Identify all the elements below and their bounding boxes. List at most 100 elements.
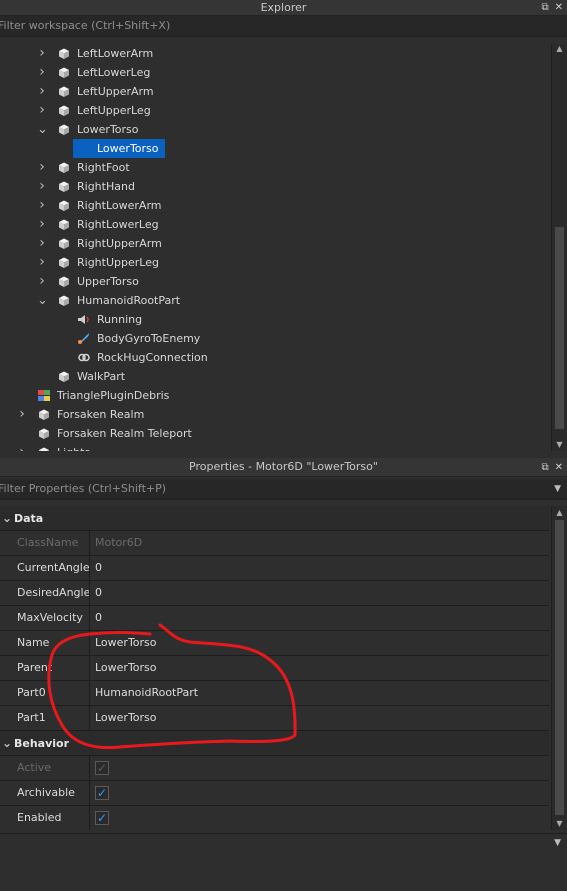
properties-scrollbar[interactable]: ▲ ▼ <box>551 506 567 830</box>
tree-item[interactable]: › RightHand <box>0 177 549 196</box>
chevron-right-icon[interactable]: › <box>17 405 27 424</box>
chevron-right-icon[interactable]: › <box>37 177 47 196</box>
chevron-down-icon[interactable]: ▼ <box>554 479 561 499</box>
explorer-scrollbar[interactable]: ▲ ▼ <box>551 44 567 451</box>
tree-item[interactable]: TrianglePluginDebris <box>0 386 549 405</box>
chevron-right-icon[interactable]: › <box>37 272 47 291</box>
tree-item[interactable]: › Lights <box>0 443 549 451</box>
chevron-right-icon[interactable]: › <box>37 196 47 215</box>
chevron-right-icon[interactable]: › <box>37 44 47 63</box>
sound-icon <box>77 313 91 326</box>
scroll-up-icon[interactable]: ▲ <box>552 508 567 517</box>
chevron-down-icon[interactable]: ⌄ <box>0 506 14 530</box>
properties-filter-placeholder: Filter Properties (Ctrl+Shift+P) <box>0 482 167 495</box>
column-divider[interactable] <box>89 581 90 605</box>
part-icon <box>57 161 71 174</box>
scroll-up-icon[interactable]: ▲ <box>552 44 567 53</box>
property-value[interactable]: 0 <box>95 581 102 605</box>
property-section-label: Data <box>14 512 44 525</box>
property-value[interactable]: 0 <box>95 606 102 630</box>
explorer-scroll-thumb[interactable] <box>555 227 564 429</box>
close-icon[interactable]: ✕ <box>555 459 563 477</box>
property-checkbox[interactable] <box>95 806 109 830</box>
tree-item[interactable]: › LeftLowerArm <box>0 44 549 63</box>
tree-item[interactable]: Forsaken Realm Teleport <box>0 424 549 443</box>
properties-filter-input[interactable]: Filter Properties (Ctrl+Shift+P) ▼ <box>0 479 567 500</box>
tree-item-label: Lights <box>57 443 90 451</box>
property-row[interactable]: DesiredAngle 0 <box>0 581 549 606</box>
tree-item[interactable]: BodyGyroToEnemy <box>0 329 549 348</box>
column-divider[interactable] <box>89 781 90 805</box>
tree-item[interactable]: › RightLowerArm <box>0 196 549 215</box>
tree-item[interactable]: WalkPart <box>0 367 549 386</box>
tree-item[interactable]: › RightLowerLeg <box>0 215 549 234</box>
property-row[interactable]: Part0 HumanoidRootPart <box>0 681 549 706</box>
restore-icon[interactable]: ⧉ <box>541 459 548 477</box>
property-value[interactable]: HumanoidRootPart <box>95 681 198 705</box>
column-divider[interactable] <box>89 531 90 555</box>
properties-bottom-bar[interactable]: ▼ <box>0 833 567 857</box>
chevron-down-icon[interactable]: ⌄ <box>37 120 48 139</box>
chevron-right-icon[interactable]: › <box>37 101 47 120</box>
properties-scroll-thumb[interactable] <box>555 520 564 815</box>
part-icon <box>57 256 71 269</box>
column-divider[interactable] <box>89 656 90 680</box>
tree-item[interactable]: › RightFoot <box>0 158 549 177</box>
tree-item[interactable]: ⌄ HumanoidRootPart <box>0 291 549 310</box>
tree-item[interactable]: › LeftLowerLeg <box>0 63 549 82</box>
tree-item[interactable]: › Forsaken Realm <box>0 405 549 424</box>
chevron-down-icon[interactable]: ⌄ <box>0 731 14 755</box>
tree-item-label: LowerTorso <box>77 123 139 136</box>
column-divider[interactable] <box>89 606 90 630</box>
property-value[interactable]: LowerTorso <box>95 706 157 730</box>
column-divider[interactable] <box>89 681 90 705</box>
chevron-down-icon[interactable]: ▼ <box>554 838 561 848</box>
property-row[interactable]: CurrentAngle 0 <box>0 556 549 581</box>
property-checkbox[interactable] <box>95 781 109 805</box>
tree-item[interactable]: LowerTorso <box>0 139 549 158</box>
explorer-filter-input[interactable]: Filter workspace (Ctrl+Shift+X) <box>0 16 567 37</box>
tree-item[interactable]: Running <box>0 310 549 329</box>
property-name: Enabled <box>17 811 62 824</box>
property-value[interactable]: 0 <box>95 556 102 580</box>
tree-item[interactable]: RockHugConnection <box>0 348 549 367</box>
property-row[interactable]: Enabled <box>0 806 549 830</box>
column-divider[interactable] <box>89 706 90 730</box>
chevron-down-icon[interactable]: ⌄ <box>37 291 48 310</box>
property-row[interactable]: MaxVelocity 0 <box>0 606 549 631</box>
tree-item-label: Running <box>97 313 143 326</box>
property-row[interactable]: Name LowerTorso <box>0 631 549 656</box>
tree-item[interactable]: ⌄ LowerTorso <box>0 120 549 139</box>
tree-item[interactable]: › LeftUpperLeg <box>0 101 549 120</box>
tree-item[interactable]: › RightUpperLeg <box>0 253 549 272</box>
tree-item-label: RightLowerArm <box>77 199 162 212</box>
chevron-right-icon[interactable]: › <box>37 253 47 272</box>
tree-item[interactable]: › RightUpperArm <box>0 234 549 253</box>
scroll-down-icon[interactable]: ▼ <box>552 819 567 828</box>
column-divider[interactable] <box>89 556 90 580</box>
property-value[interactable]: LowerTorso <box>95 656 157 680</box>
property-value[interactable]: LowerTorso <box>95 631 157 655</box>
part-icon <box>57 104 71 117</box>
column-divider[interactable] <box>89 806 90 830</box>
property-row[interactable]: Part1 LowerTorso <box>0 706 549 731</box>
property-row[interactable]: Archivable <box>0 781 549 806</box>
property-section-header[interactable]: ⌄ Behavior <box>0 731 549 756</box>
chevron-right-icon[interactable]: › <box>37 234 47 253</box>
tree-item[interactable]: › UpperTorso <box>0 272 549 291</box>
column-divider[interactable] <box>89 756 90 780</box>
column-divider[interactable] <box>89 631 90 655</box>
chevron-right-icon[interactable]: › <box>17 443 27 451</box>
chevron-right-icon[interactable]: › <box>37 63 47 82</box>
scroll-down-icon[interactable]: ▼ <box>552 440 567 449</box>
property-section-header[interactable]: ⌄ Data <box>0 506 549 531</box>
property-row[interactable]: ClassName Motor6D <box>0 531 549 556</box>
property-row[interactable]: Active <box>0 756 549 781</box>
chevron-right-icon[interactable]: › <box>37 215 47 234</box>
chevron-right-icon[interactable]: › <box>37 82 47 101</box>
close-icon[interactable]: ✕ <box>555 0 563 15</box>
property-row[interactable]: Parent LowerTorso <box>0 656 549 681</box>
chevron-right-icon[interactable]: › <box>37 158 47 177</box>
restore-icon[interactable]: ⧉ <box>541 0 548 15</box>
tree-item[interactable]: › LeftUpperArm <box>0 82 549 101</box>
